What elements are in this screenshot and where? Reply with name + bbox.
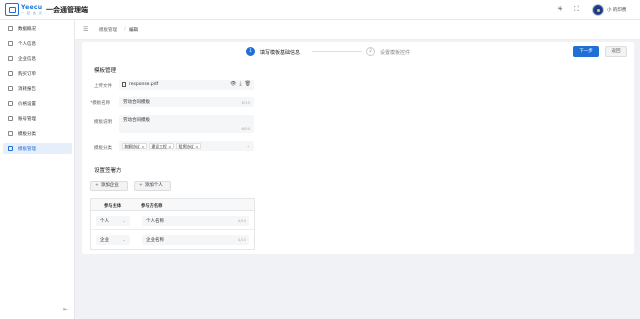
- report-icon: [8, 86, 13, 91]
- sun-icon[interactable]: ☀: [557, 6, 563, 13]
- template-name-input[interactable]: 劳动合同模板 6/15: [119, 97, 254, 107]
- plus-icon: +: [139, 183, 143, 188]
- sidebar-item-template-category[interactable]: 模板分类: [3, 128, 72, 139]
- parties-table: 参与主体 参与方名称 个人 ⌄ 个人名称 4/15 企业 ⌄ 企业名称 4/15: [90, 198, 255, 250]
- menu-icon[interactable]: ☰: [83, 27, 88, 33]
- sidebar: 数据概况 个人信息 企业信息 购买订单 消耗报告 价格设置 账号管理 模板分类 …: [0, 20, 75, 319]
- sidebar-item-pricing[interactable]: 价格设置: [3, 98, 72, 109]
- template-description-textarea[interactable]: 劳动合同模板 6/50: [119, 115, 254, 133]
- sidebar-item-label: 模板分类: [18, 131, 36, 137]
- column-header-type: 参与主体: [104, 204, 122, 209]
- sidebar-item-label: 模板管理: [18, 146, 36, 152]
- party-name-counter: 4/15: [237, 218, 246, 223]
- template-section-title: 模板管理: [94, 68, 117, 74]
- company-icon: [8, 56, 13, 61]
- chevron-down-icon: ⌄: [122, 237, 126, 242]
- file-actions: 👁 ⤓ 🗑: [227, 82, 251, 87]
- party-name-value: 企业名称: [146, 238, 164, 243]
- party-name-input[interactable]: 个人名称 4/15: [142, 216, 249, 226]
- column-header-name: 参与方名称: [141, 204, 163, 209]
- upload-label: 上传文件: [94, 84, 112, 89]
- app-title: 一会通管理端: [46, 6, 88, 14]
- sidebar-item-label: 企业信息: [18, 56, 36, 62]
- step-2-number: 2: [366, 47, 375, 56]
- breadcrumb-item-edit: 编辑: [129, 28, 138, 33]
- dashboard-icon: [8, 26, 13, 31]
- collapse-icon[interactable]: ⇤: [63, 306, 68, 313]
- table-row: 个人 ⌄ 个人名称 4/15: [91, 211, 254, 230]
- party-name-counter: 4/15: [237, 237, 246, 242]
- name-label: *模板名称: [90, 101, 111, 106]
- breadcrumb-item-templates[interactable]: 模板管理: [99, 27, 117, 33]
- brand-name: Yeecu: [21, 4, 43, 11]
- template-icon: [8, 146, 13, 151]
- parties-section-title: 设置签署方: [94, 168, 122, 174]
- category-icon: [8, 131, 13, 136]
- avatar[interactable]: [592, 4, 604, 16]
- sidebar-item-reports[interactable]: 消耗报告: [3, 83, 72, 94]
- sidebar-item-template-management[interactable]: 模板管理: [3, 143, 72, 154]
- table-row: 企业 ⌄ 企业名称 4/15: [91, 230, 254, 249]
- party-name-input[interactable]: 企业名称 4/15: [142, 235, 249, 245]
- category-tag: 租赁协议 ×: [176, 143, 201, 149]
- party-type-select[interactable]: 个人 ⌄: [96, 216, 130, 226]
- chevron-down-icon: ⌄: [122, 218, 126, 223]
- sidebar-item-label: 数据概况: [18, 26, 36, 32]
- sidebar-item-label: 个人信息: [18, 41, 36, 47]
- sidebar-item-label: 消耗报告: [18, 86, 36, 92]
- sidebar-item-dashboard[interactable]: 数据概况: [3, 23, 72, 34]
- delete-icon[interactable]: 🗑: [245, 81, 251, 87]
- step-2-label: 设置模板控件: [380, 50, 411, 56]
- back-button[interactable]: 返回: [605, 46, 627, 57]
- step-1-label: 填写模板基础信息: [260, 50, 301, 56]
- category-label: 模板分类: [94, 146, 112, 151]
- top-bar: Yeecu 一 起 会 议 一会通管理端 ☀ ⛶ 小 的印费: [0, 0, 640, 20]
- sidebar-item-accounts[interactable]: 账号管理: [3, 113, 72, 124]
- sidebar-item-orders[interactable]: 购买订单: [3, 68, 72, 79]
- template-name-counter: 6/15: [241, 99, 250, 105]
- breadcrumb: ☰ 模板管理 / 编辑: [75, 20, 640, 40]
- step-1-number: 1: [246, 47, 255, 56]
- sidebar-item-label: 购买订单: [18, 71, 36, 77]
- step-divider: [312, 51, 362, 52]
- description-label: 模板说明: [94, 120, 112, 125]
- file-upload-field[interactable]: response.pdf 👁 ⤓ 🗑: [119, 80, 254, 90]
- logo-icon: [5, 3, 19, 16]
- remove-tag-icon[interactable]: ×: [195, 144, 198, 149]
- order-icon: [8, 71, 13, 76]
- fullscreen-icon[interactable]: ⛶: [574, 6, 579, 13]
- table-header: 参与主体 参与方名称: [91, 199, 254, 211]
- category-tag: 建设工程 ×: [149, 143, 174, 149]
- category-tag: 和解协议 ×: [122, 143, 147, 149]
- user-icon: [8, 41, 13, 46]
- party-type-value: 个人: [100, 219, 109, 224]
- chevron-down-icon: ⌄: [246, 143, 250, 148]
- plus-icon: +: [95, 183, 99, 188]
- template-description-value: 劳动合同模板: [123, 118, 150, 123]
- preview-icon[interactable]: 👁: [230, 81, 236, 87]
- sidebar-item-label: 价格设置: [18, 101, 36, 107]
- category-select[interactable]: 和解协议 × 建设工程 × 租赁协议 × ⌄: [119, 141, 254, 151]
- price-icon: [8, 101, 13, 106]
- username[interactable]: 小 的印费: [607, 7, 626, 13]
- template-name-value: 劳动合同模板: [123, 100, 150, 105]
- party-name-value: 个人名称: [146, 219, 164, 224]
- party-type-select[interactable]: 企业 ⌄: [96, 235, 130, 245]
- download-icon[interactable]: ⤓: [239, 81, 241, 87]
- add-person-button[interactable]: + 添加个人: [134, 181, 171, 191]
- breadcrumb-separator: /: [124, 27, 126, 32]
- sidebar-item-profile[interactable]: 个人信息: [3, 38, 72, 49]
- sidebar-item-company[interactable]: 企业信息: [3, 53, 72, 64]
- brand-subtitle: 一 起 会 议: [21, 11, 43, 15]
- add-company-button[interactable]: + 添加企业: [90, 181, 128, 191]
- sidebar-item-label: 账号管理: [18, 116, 36, 122]
- template-description-counter: 6/50: [241, 126, 250, 131]
- account-icon: [8, 116, 13, 121]
- remove-tag-icon[interactable]: ×: [168, 144, 171, 149]
- file-name: response.pdf: [129, 82, 159, 87]
- party-type-value: 企业: [100, 238, 109, 243]
- remove-tag-icon[interactable]: ×: [141, 144, 144, 149]
- file-icon: [122, 82, 126, 87]
- next-step-button[interactable]: 下一步: [573, 46, 599, 57]
